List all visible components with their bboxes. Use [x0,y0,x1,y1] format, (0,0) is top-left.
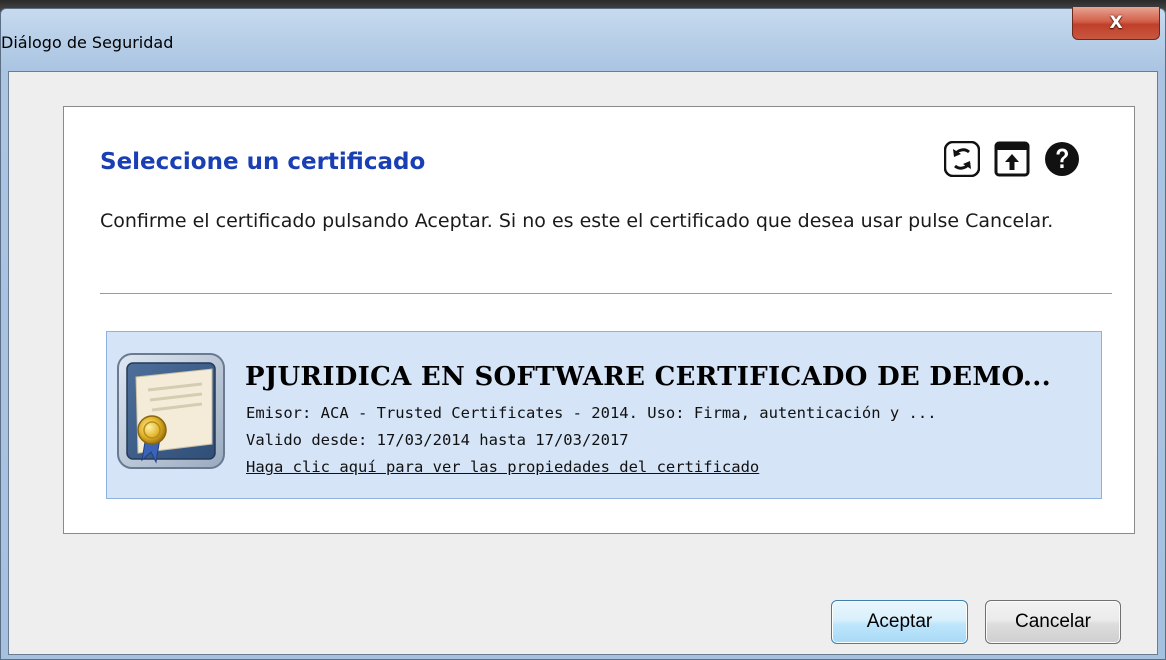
import-icon[interactable] [994,141,1030,177]
help-icon[interactable] [1044,141,1080,177]
separator [100,293,1112,294]
panel-description: Confirme el certificado pulsando Aceptar… [100,210,1054,232]
accept-button[interactable]: Aceptar [831,600,968,644]
certificate-name: PJURIDICA EN SOFTWARE CERTIFICADO DE DEM… [245,362,1051,392]
close-button[interactable]: X [1072,7,1160,40]
window-title: Diálogo de Seguridad [1,33,174,52]
cancel-button[interactable]: Cancelar [985,600,1121,644]
dialog-body: Seleccione un certificado Confirme el ce… [8,71,1158,655]
panel-toolbar [944,141,1080,177]
certificate-item[interactable]: PJURIDICA EN SOFTWARE CERTIFICADO DE DEM… [106,331,1102,499]
certificate-properties-link[interactable]: Haga clic aquí para ver las propiedades … [246,458,1094,476]
certificate-panel: Seleccione un certificado Confirme el ce… [63,106,1135,534]
certificate-validity: Valido desde: 17/03/2014 hasta 17/03/201… [246,431,629,449]
close-icon: X [1109,13,1123,33]
security-dialog: Diálogo de Seguridad X Seleccione un cer… [0,7,1166,660]
certificate-issuer: Emisor: ACA - Trusted Certificates - 201… [246,404,937,422]
panel-title: Seleccione un certificado [100,149,426,175]
refresh-icon[interactable] [944,141,980,177]
certificate-icon [117,353,225,469]
